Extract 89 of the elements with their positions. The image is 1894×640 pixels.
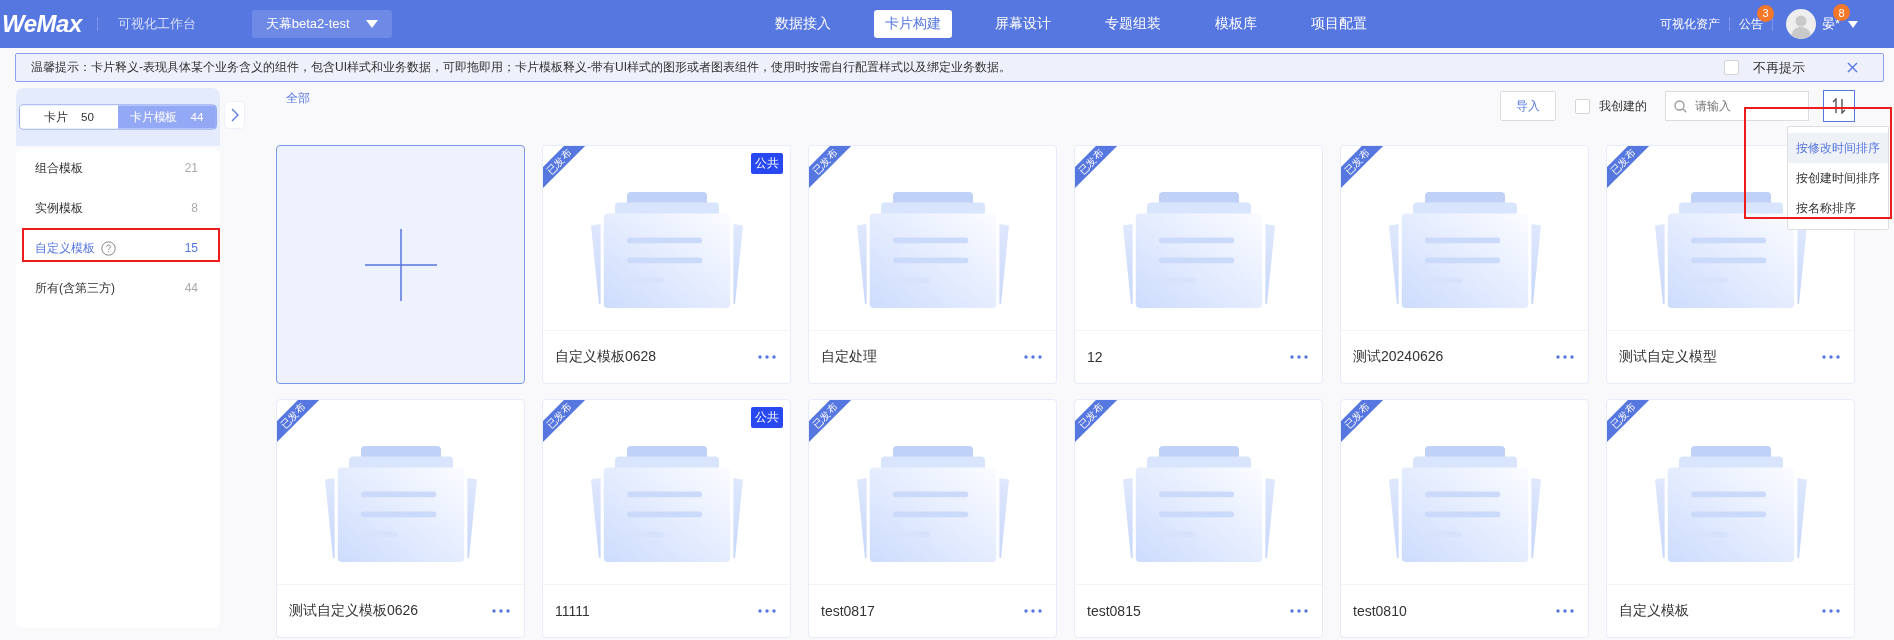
category-count: 15: [184, 241, 198, 255]
status-ribbon: 已发布: [809, 400, 853, 444]
segment-tab[interactable]: 卡片 50: [20, 105, 118, 129]
template-card[interactable]: 已发布 自定义模板: [1606, 399, 1855, 638]
category-count: 8: [191, 201, 198, 215]
count-badge: 8: [1833, 4, 1850, 21]
more-icon[interactable]: [758, 609, 776, 613]
chevron-right-icon: [230, 108, 239, 122]
status-ribbon: 已发布: [543, 400, 587, 444]
sort-icon: [1831, 98, 1847, 114]
card-title: 自定义模板0628: [555, 348, 657, 366]
card-title: test0817: [821, 603, 875, 619]
card-title: 测试自定义模板0626: [289, 602, 419, 620]
more-icon[interactable]: [1822, 355, 1840, 359]
category-label: 组合模板: [35, 159, 83, 177]
status-ribbon: 已发布: [1075, 400, 1119, 444]
nav-tab[interactable]: 屏幕设计: [983, 10, 1062, 38]
status-ribbon: 已发布: [1607, 400, 1651, 444]
app-subtitle: 可视化工作台: [96, 17, 196, 31]
nav-tab[interactable]: 专题组装: [1093, 10, 1172, 38]
template-card[interactable]: 已发布 公共 自定义模板0628: [542, 145, 791, 384]
public-tag: 公共: [751, 153, 783, 174]
status-ribbon: 已发布: [543, 146, 587, 190]
card-title: 测试20240626: [1353, 348, 1444, 366]
more-icon[interactable]: [1556, 609, 1574, 613]
more-icon[interactable]: [1024, 609, 1042, 613]
menu-item[interactable]: 按修改时间排序: [1788, 133, 1888, 163]
category-count: 21: [184, 161, 198, 175]
avatar-icon[interactable]: [1786, 9, 1816, 39]
status-ribbon: 已发布: [1341, 146, 1385, 190]
status-ribbon: 已发布: [1341, 400, 1385, 444]
checkbox[interactable]: [1575, 98, 1590, 114]
plus-icon: [364, 228, 437, 301]
card-title: test0815: [1087, 603, 1141, 619]
template-card[interactable]: 已发布 12: [1074, 145, 1323, 384]
template-card[interactable]: 已发布 test0815: [1074, 399, 1323, 638]
assets-link[interactable]: 可视化资产: [1660, 15, 1720, 33]
category-label: 实例模板: [35, 199, 83, 217]
breadcrumb-link[interactable]: 全部: [286, 90, 310, 107]
add-card[interactable]: [276, 145, 525, 384]
nav-tab[interactable]: 数据接入: [763, 10, 842, 38]
caret-icon: [365, 20, 378, 28]
category-label: 所有(含第三方): [35, 279, 115, 297]
category-item[interactable]: 所有(含第三方) 44: [16, 268, 220, 308]
search-field[interactable]: 请输入: [1665, 91, 1809, 121]
template-card[interactable]: 已发布 test0810: [1340, 399, 1589, 638]
status-ribbon: 已发布: [1607, 146, 1651, 190]
help-icon[interactable]: [101, 240, 116, 256]
category-item[interactable]: 自定义模板 15: [16, 228, 220, 268]
more-icon[interactable]: [492, 609, 510, 613]
status-ribbon: 已发布: [1075, 146, 1119, 190]
notice-text: 温馨提示：卡片释义-表现具体某个业务含义的组件，包含UI样式和业务数据，可即拖即用；卡片模板释义-带有UI样式的图形或者图表组件，使用时按需自行配置样式以及绑定业务数据。: [31, 59, 1012, 76]
caret-icon[interactable]: [1848, 20, 1858, 28]
card-title: 11111: [555, 603, 590, 619]
category-count: 44: [184, 281, 198, 295]
nav-tab[interactable]: 卡片构建: [873, 10, 952, 38]
more-icon[interactable]: [1290, 609, 1308, 613]
status-ribbon: 已发布: [809, 146, 853, 190]
card-title: 自定处理: [821, 348, 877, 366]
template-card[interactable]: 已发布 测试20240626: [1340, 145, 1589, 384]
status-ribbon: 已发布: [277, 400, 321, 444]
checkbox-label[interactable]: 我创建的: [1599, 97, 1647, 115]
more-icon[interactable]: [758, 355, 776, 359]
more-icon[interactable]: [1822, 609, 1840, 613]
nav-tab[interactable]: 模板库: [1203, 10, 1268, 38]
more-icon[interactable]: [1556, 355, 1574, 359]
card-title: 测试自定义模型: [1619, 348, 1717, 366]
card-title: 自定义模板: [1619, 602, 1689, 620]
category-item[interactable]: 实例模板 8: [16, 188, 220, 228]
logo[interactable]: WeMax: [2, 10, 82, 38]
import-button[interactable]: 导入: [1500, 91, 1556, 121]
more-icon[interactable]: [1290, 355, 1308, 359]
template-card[interactable]: 已发布 测试自定义模板0626: [276, 399, 525, 638]
card-title: 12: [1087, 349, 1103, 365]
sort-button[interactable]: [1823, 90, 1855, 122]
template-card[interactable]: 已发布 自定处理: [808, 145, 1057, 384]
checkbox-label[interactable]: 不再提示: [1753, 58, 1805, 77]
close-icon[interactable]: [1847, 62, 1858, 73]
category-item[interactable]: 组合模板 21: [16, 148, 220, 188]
nav-tab[interactable]: 项目配置: [1299, 10, 1378, 38]
checkbox[interactable]: [1724, 60, 1739, 75]
template-card[interactable]: 已发布 test0817: [808, 399, 1057, 638]
card-title: test0810: [1353, 603, 1407, 619]
category-label: 自定义模板: [35, 239, 95, 257]
expand-button[interactable]: [224, 101, 245, 129]
template-card[interactable]: 已发布 公共 11111: [542, 399, 791, 638]
search-icon: [1674, 100, 1687, 113]
more-icon[interactable]: [1024, 355, 1042, 359]
public-tag: 公共: [751, 407, 783, 428]
